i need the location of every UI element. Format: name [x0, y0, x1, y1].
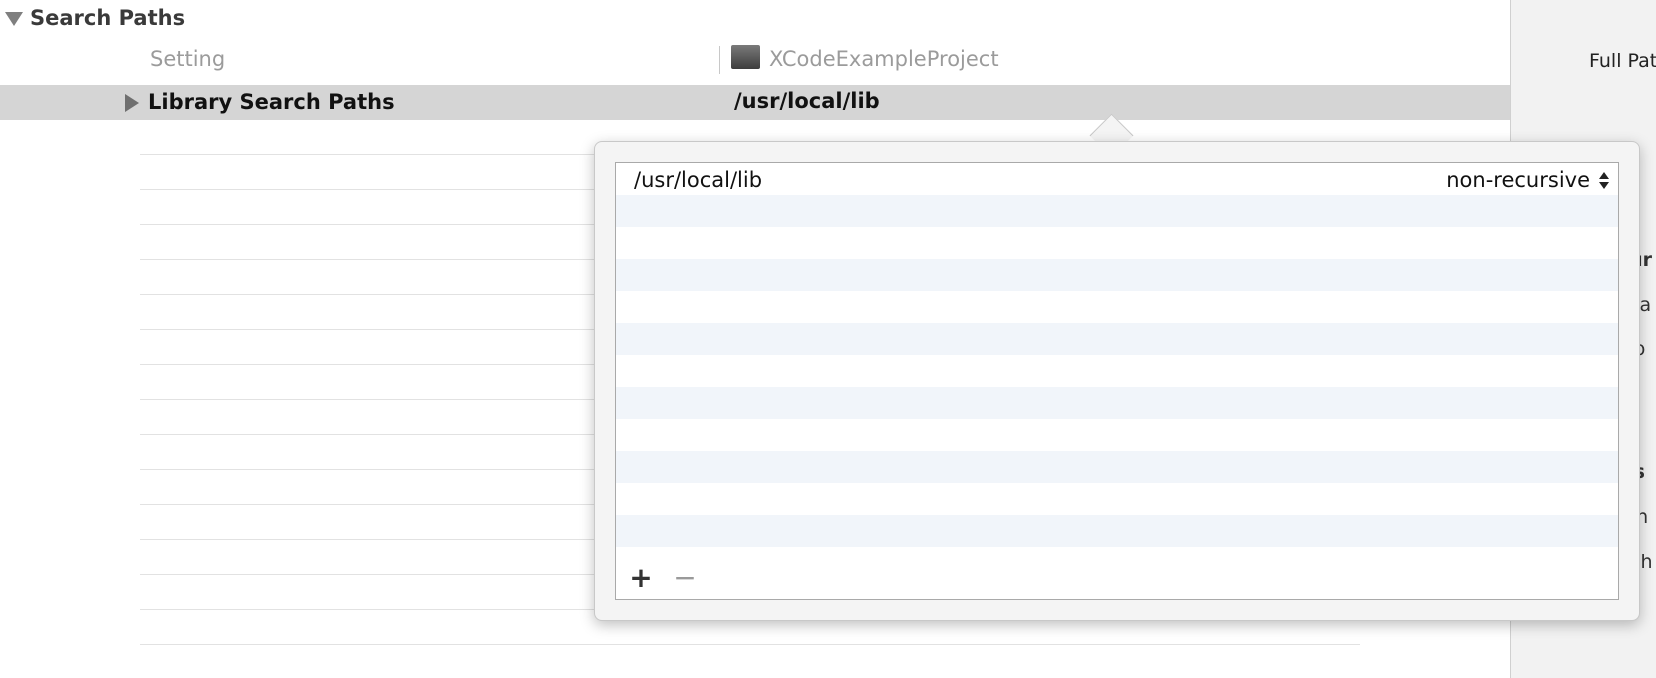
path-row[interactable]: /usr/local/lib non-recursive	[616, 163, 1618, 195]
project-icon	[731, 45, 760, 69]
section-title: Search Paths	[30, 6, 186, 30]
recursion-select[interactable]: non-recursive	[1422, 167, 1612, 193]
setting-label: Library Search Paths	[148, 90, 395, 114]
empty-row	[616, 515, 1618, 547]
setting-value[interactable]: /usr/local/lib	[734, 89, 880, 113]
empty-row	[616, 451, 1618, 483]
disclosure-triangle-expanded-icon[interactable]	[5, 12, 23, 26]
empty-row	[616, 387, 1618, 419]
column-header-setting[interactable]: Setting	[150, 47, 225, 71]
search-path-list[interactable]: /usr/local/lib non-recursive + −	[615, 162, 1619, 600]
column-header-project[interactable]: XCodeExampleProject	[769, 47, 999, 71]
search-paths-popover: /usr/local/lib non-recursive + −	[594, 141, 1640, 621]
path-value[interactable]: /usr/local/lib	[634, 168, 762, 192]
empty-row	[616, 259, 1618, 291]
section-header[interactable]: Search Paths	[0, 0, 1510, 40]
inspector-full-path-label: Full Pat	[1589, 50, 1656, 72]
add-path-button[interactable]: +	[628, 564, 654, 592]
column-divider	[719, 46, 720, 74]
setting-row-library-search-paths[interactable]: Library Search Paths /usr/local/lib	[0, 85, 1510, 120]
empty-row	[616, 195, 1618, 227]
up-down-chevron-icon	[1598, 170, 1610, 190]
grid-line	[140, 644, 1360, 645]
recursion-value: non-recursive	[1446, 168, 1590, 192]
remove-path-button[interactable]: −	[672, 564, 698, 592]
empty-row	[616, 323, 1618, 355]
disclosure-triangle-collapsed-icon[interactable]	[125, 94, 139, 112]
